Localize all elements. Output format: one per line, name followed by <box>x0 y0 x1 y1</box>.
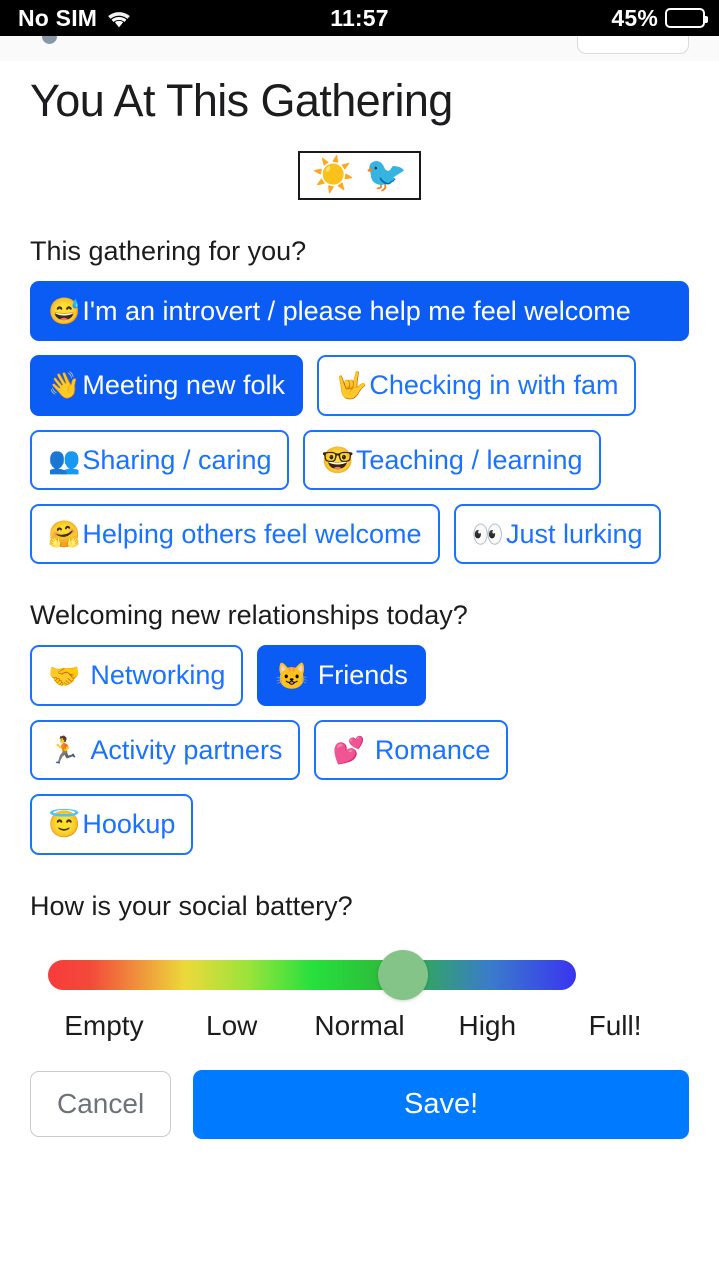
slider-label-normal: Normal <box>314 1009 405 1041</box>
battery-percent-label: 45% <box>611 4 658 31</box>
chip-group: 😅 I'm an introvert / please help me feel… <box>0 280 719 565</box>
chip-label: I'm an introvert / please help me feel w… <box>82 295 631 326</box>
slider-label-high: High <box>458 1009 517 1041</box>
chip-introvert[interactable]: 😅 I'm an introvert / please help me feel… <box>30 280 689 342</box>
chip-activity-partners[interactable]: 🏃 Activity partners <box>30 719 301 781</box>
chip-row: 🏃 Activity partners 💕 Romance <box>0 719 719 781</box>
action-bar: Cancel Save! <box>0 1069 719 1139</box>
handshake-icon: 🤝 <box>48 660 81 691</box>
slider-thumb[interactable] <box>378 949 429 1000</box>
halo-face-icon: 😇 <box>48 809 81 840</box>
chip-friends[interactable]: 😺 Friends <box>257 645 426 706</box>
app-screen: No SIM 11:57 45% You At This Gathering ☀… <box>0 0 719 1280</box>
chip-romance[interactable]: 💕 Romance <box>314 719 509 781</box>
chip-row: 😅 I'm an introvert / please help me feel… <box>0 280 719 342</box>
chip-row: 👥 Sharing / caring 🤓 Teaching / learning <box>0 429 719 491</box>
chip-label: Just lurking <box>505 519 643 550</box>
chip-networking[interactable]: 🤝 Networking <box>30 645 244 706</box>
gathering-emoji-badge: ☀️ 🐦 <box>298 150 421 200</box>
slider-label-full: Full! <box>588 1009 642 1041</box>
cancel-button[interactable]: Cancel <box>30 1071 172 1138</box>
chip-label: Checking in with fam <box>369 370 619 401</box>
chip-helping-others-feel-welcome[interactable]: 🤗 Helping others feel welcome <box>30 504 440 565</box>
chip-label: Hookup <box>82 809 176 840</box>
question-label: This gathering for you? <box>30 235 307 266</box>
chip-label: Helping others feel welcome <box>82 519 422 550</box>
chip-row: 🤗 Helping others feel welcome 👀 Just lur… <box>0 504 719 565</box>
slider-label-low: Low <box>206 1009 258 1041</box>
section-social-battery: How is your social battery? Empty Low No… <box>0 891 719 1042</box>
chip-teaching-learning[interactable]: 🤓 Teaching / learning <box>303 429 601 491</box>
runner-icon: 🏃 <box>48 734 81 765</box>
nerd-face-icon: 🤓 <box>321 444 354 475</box>
chip-group: 🤝 Networking 😺 Friends 🏃 Activity partne… <box>0 645 719 855</box>
status-bar: No SIM 11:57 45% <box>0 0 719 36</box>
slider-track[interactable] <box>48 959 576 990</box>
chip-label: Sharing / caring <box>82 444 272 475</box>
eyes-icon: 👀 <box>471 519 504 550</box>
profile-avatar-partial[interactable] <box>42 36 57 44</box>
chip-label: Romance <box>374 734 491 765</box>
grinning-cat-icon: 😺 <box>275 660 308 691</box>
save-button[interactable]: Save! <box>193 1069 689 1139</box>
slider-label-empty: Empty <box>64 1009 144 1041</box>
emoji-badge-container: ☀️ 🐦 <box>0 150 719 200</box>
chip-label: Networking <box>90 660 226 691</box>
busts-in-silhouette-icon: 👥 <box>48 444 81 475</box>
page-content: You At This Gathering ☀️ 🐦 This gatherin… <box>0 61 719 1139</box>
hugging-face-icon: 🤗 <box>48 519 81 550</box>
chip-label: Friends <box>317 660 408 691</box>
chip-meeting-new-folk[interactable]: 👋 Meeting new folk <box>30 355 303 416</box>
question-label: Welcoming new relationships today? <box>30 600 468 631</box>
chip-hookup[interactable]: 😇 Hookup <box>30 794 194 855</box>
two-hearts-icon: 💕 <box>332 734 365 765</box>
question-label: How is your social battery? <box>30 890 353 921</box>
battery-icon <box>665 8 708 28</box>
grinning-sweat-icon: 😅 <box>48 296 81 327</box>
page-title: You At This Gathering <box>30 75 453 126</box>
chip-label: Activity partners <box>90 734 283 765</box>
scrolled-header-strip <box>0 36 719 61</box>
social-battery-slider[interactable] <box>48 949 671 1000</box>
chip-row: 😇 Hookup <box>0 794 719 855</box>
chip-just-lurking[interactable]: 👀 Just lurking <box>453 504 661 565</box>
bird-icon: 🐦 <box>364 155 407 194</box>
chip-label: Meeting new folk <box>82 370 285 401</box>
chip-sharing-caring[interactable]: 👥 Sharing / caring <box>30 429 290 491</box>
chip-label: Teaching / learning <box>355 444 583 475</box>
chip-row: 👋 Meeting new folk 🤟 Checking in with fa… <box>0 355 719 416</box>
slider-scale-labels: Empty Low Normal High Full! <box>40 1010 679 1042</box>
waving-hand-icon: 👋 <box>48 370 81 401</box>
section-gathering-for-you: This gathering for you? 😅 I'm an introve… <box>0 236 719 565</box>
status-bar-right: 45% <box>611 4 708 32</box>
sun-icon: ☀️ <box>312 155 355 194</box>
love-you-gesture-icon: 🤟 <box>334 370 368 401</box>
section-relationships: Welcoming new relationships today? 🤝 Net… <box>0 600 719 855</box>
chip-row: 🤝 Networking 😺 Friends <box>0 645 719 706</box>
header-button-partial[interactable] <box>577 36 689 54</box>
chip-checking-in-with-fam[interactable]: 🤟 Checking in with fam <box>316 355 637 416</box>
